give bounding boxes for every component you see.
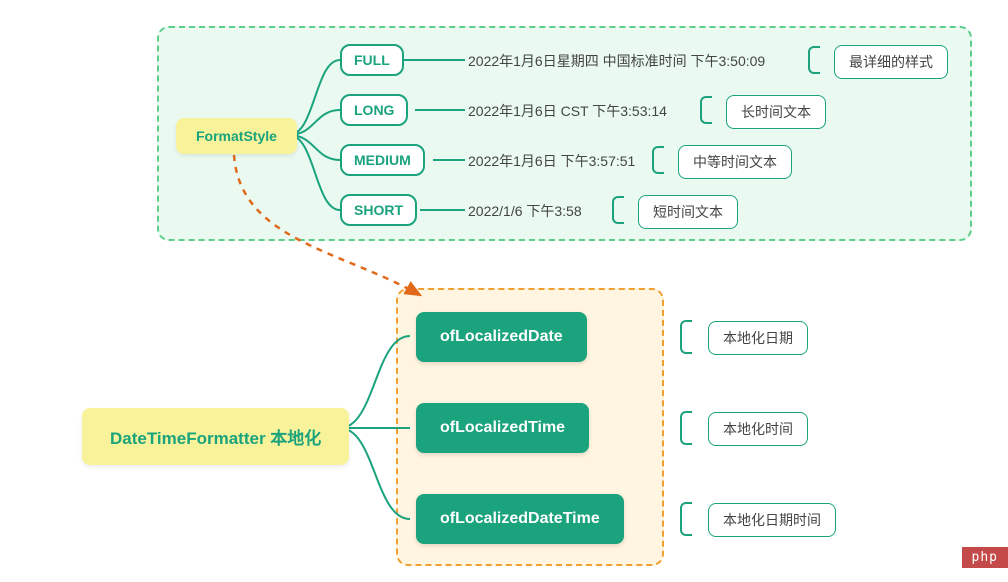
example-full: 2022年1月6日星期四 中国标准时间 下午3:50:09 [468,51,765,71]
note-medium: 中等时间文本 [678,145,792,179]
format-style-short: SHORT [340,194,417,226]
format-style-root: FormatStyle [176,118,297,154]
bracket-icon [612,196,624,224]
bracket-icon [808,46,820,74]
datetimeformatter-root: DateTimeFormatter 本地化 [82,408,349,465]
bracket-icon [652,146,664,174]
note-date: 本地化日期 [708,321,808,355]
watermark: php [962,547,1008,568]
bracket-icon [680,502,692,536]
note-short: 短时间文本 [638,195,738,229]
example-short: 2022/1/6 下午3:58 [468,201,582,221]
of-localized-date-time: ofLocalizedDateTime [416,494,624,544]
format-style-medium: MEDIUM [340,144,425,176]
note-full: 最详细的样式 [834,45,948,79]
of-localized-date: ofLocalizedDate [416,312,587,362]
of-localized-time: ofLocalizedTime [416,403,589,453]
note-date-time: 本地化日期时间 [708,503,836,537]
format-style-full: FULL [340,44,404,76]
example-medium: 2022年1月6日 下午3:57:51 [468,151,635,171]
bracket-icon [680,411,692,445]
format-style-long: LONG [340,94,408,126]
note-long: 长时间文本 [726,95,826,129]
note-time: 本地化时间 [708,412,808,446]
example-long: 2022年1月6日 CST 下午3:53:14 [468,101,667,121]
bracket-icon [700,96,712,124]
bracket-icon [680,320,692,354]
